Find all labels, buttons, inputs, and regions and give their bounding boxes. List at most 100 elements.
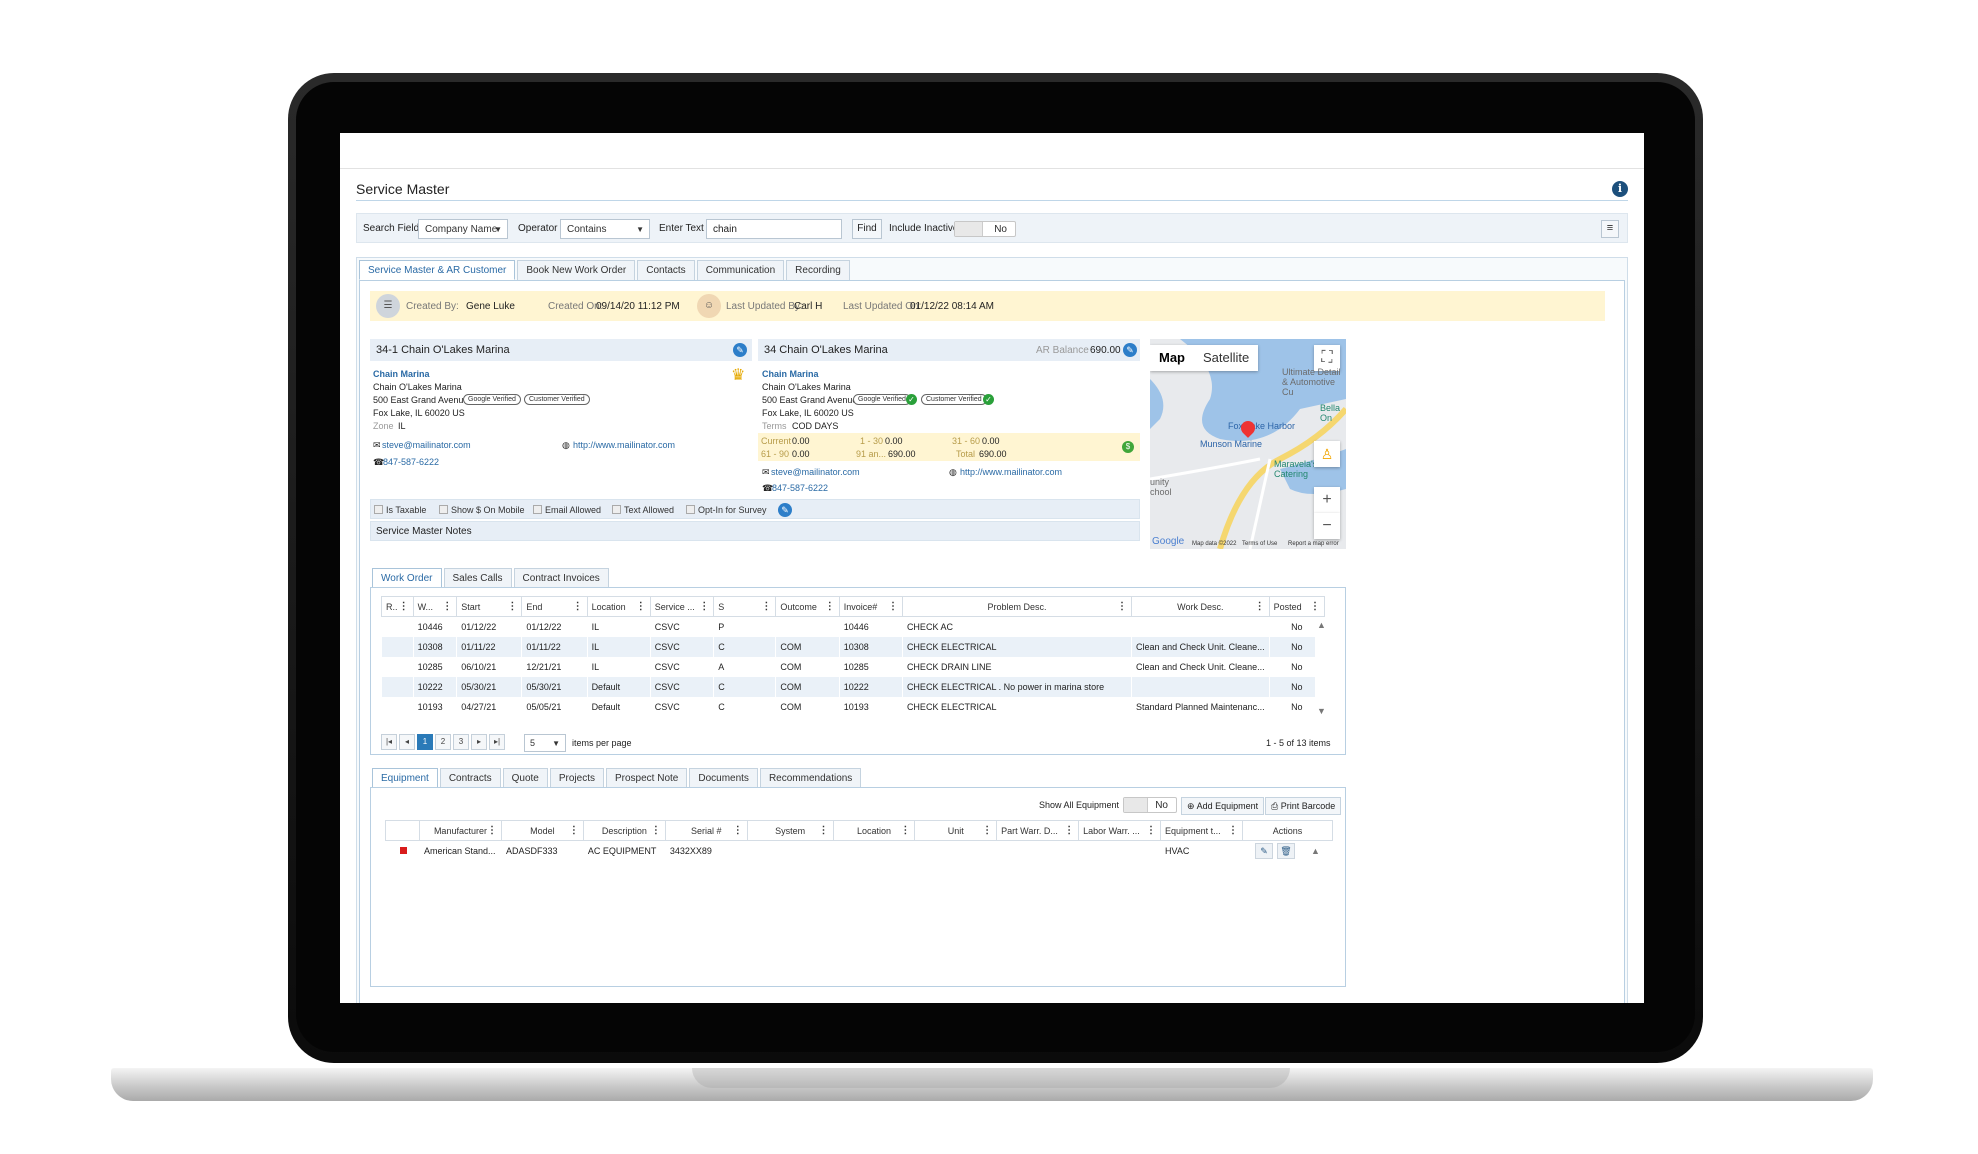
edit-icon[interactable]: ✎ xyxy=(778,503,792,517)
tab-equipment[interactable]: Equipment xyxy=(372,768,438,788)
tab-projects[interactable]: Projects xyxy=(549,768,604,788)
tab-documents[interactable]: Documents xyxy=(689,768,758,788)
include-inactive-toggle[interactable]: No xyxy=(954,221,1016,237)
globe-icon: ◍ xyxy=(949,467,957,477)
terms-link[interactable]: Terms of Use xyxy=(1242,541,1277,547)
menu-icon[interactable]: ≡ xyxy=(1601,220,1619,238)
show-all-equipment-toggle[interactable]: No xyxy=(1123,797,1177,813)
column-header[interactable]: W... ⋮ xyxy=(412,596,458,617)
map-data-credit: Map data ©2022 xyxy=(1192,541,1237,547)
column-header[interactable]: Actions xyxy=(1241,820,1334,841)
last-page-icon[interactable]: ▸| xyxy=(489,734,505,750)
prev-page-icon[interactable]: ◂ xyxy=(399,734,415,750)
table-row[interactable]: 10285 06/10/21 12/21/21 IL CSVC A COM 10285 CHEC… xyxy=(382,657,1325,677)
edit-icon[interactable]: ✎ xyxy=(1255,842,1274,859)
table-row[interactable]: 10446 01/12/22 01/12/22 IL CSVC P 10446 CHECK A… xyxy=(382,617,1325,637)
column-header[interactable]: Equipment t... ⋮ xyxy=(1160,820,1243,841)
phone-link[interactable]: 847-587-6222 xyxy=(772,483,828,493)
column-header[interactable]: System ⋮ xyxy=(746,820,834,841)
page-size-select[interactable]: 5 ▼ xyxy=(524,734,566,752)
street-view-icon[interactable]: ♙ xyxy=(1314,441,1340,467)
flag-show-mobile[interactable]: Show $ On Mobile xyxy=(439,505,525,515)
column-header[interactable]: Posted ⋮ xyxy=(1268,596,1326,617)
tab-recommendations[interactable]: Recommendations xyxy=(759,768,862,788)
email-link[interactable]: steve@mailinator.com xyxy=(382,440,471,450)
tab-service-master[interactable]: Service Master & AR Customer xyxy=(359,260,516,280)
zone-value: IL xyxy=(398,421,406,431)
column-header[interactable]: Serial # ⋮ xyxy=(664,820,748,841)
next-page-icon[interactable]: ▸ xyxy=(471,734,487,750)
column-header[interactable]: Work Desc. ⋮ xyxy=(1131,596,1270,617)
column-header[interactable]: Problem Desc. ⋮ xyxy=(901,596,1133,617)
find-button[interactable]: Find xyxy=(852,219,882,239)
flag-opt-in-survey[interactable]: Opt-In for Survey xyxy=(686,505,767,515)
column-header[interactable]: End ⋮ xyxy=(521,596,588,617)
edit-icon[interactable]: ✎ xyxy=(1123,343,1137,357)
tab-quote[interactable]: Quote xyxy=(502,768,548,788)
tab-work-order[interactable]: Work Order xyxy=(372,568,442,588)
email-link[interactable]: steve@mailinator.com xyxy=(771,467,860,477)
column-header[interactable]: Location ⋮ xyxy=(832,820,916,841)
tab-contracts[interactable]: Contracts xyxy=(439,768,501,788)
column-header[interactable]: Manufacturer ⋮ xyxy=(418,820,502,841)
tab-book-work-order[interactable]: Book New Work Order xyxy=(517,260,636,280)
tab-recording[interactable]: Recording xyxy=(786,260,850,280)
flag-email-allowed[interactable]: Email Allowed xyxy=(533,505,601,515)
column-header[interactable]: S ⋮ xyxy=(713,596,777,617)
zoom-in-icon[interactable]: + xyxy=(1314,487,1340,513)
table-row[interactable]: 10222 05/30/21 05/30/21 Default CSVC C COM 1022… xyxy=(381,676,1325,697)
flag-text-allowed[interactable]: Text Allowed xyxy=(612,505,674,515)
table-row[interactable]: American Stand... ADASDF333 AC EQUIPMENT… xyxy=(386,841,1333,861)
column-header[interactable]: Start ⋮ xyxy=(456,596,523,617)
zoom-out-icon[interactable]: − xyxy=(1314,513,1340,539)
operator-select[interactable]: Contains ▼ xyxy=(560,219,650,239)
page-2-button[interactable]: 2 xyxy=(435,734,451,750)
website-link[interactable]: http://www.mailinator.com xyxy=(573,440,675,450)
tab-communication[interactable]: Communication xyxy=(696,260,785,280)
column-header[interactable] xyxy=(385,820,420,841)
table-row[interactable]: 10193 04/27/21 05/05/21 Default CSVC C COM 1019… xyxy=(382,697,1325,717)
table-scrollbar[interactable]: ▲ ▼ xyxy=(1315,618,1329,718)
column-header[interactable]: R.. ⋮ xyxy=(381,596,414,617)
tab-contacts[interactable]: Contacts xyxy=(637,260,695,280)
column-header[interactable]: Part Warr. D... ⋮ xyxy=(996,820,1080,841)
edit-icon[interactable]: ✎ xyxy=(733,343,747,357)
info-icon[interactable]: i xyxy=(1612,181,1628,197)
pagination: |◂ ◂ 1 2 3 ▸ ▸| xyxy=(381,734,507,750)
tab-contract-invoices[interactable]: Contract Invoices xyxy=(513,568,609,588)
column-header[interactable]: Model ⋮ xyxy=(500,820,584,841)
service-master-notes[interactable]: Service Master Notes xyxy=(370,521,1140,541)
column-header[interactable]: Outcome ⋮ xyxy=(775,596,840,617)
search-field-select[interactable]: Company Name ▼ xyxy=(418,219,508,239)
tab-sales-calls[interactable]: Sales Calls xyxy=(443,568,512,588)
first-page-icon[interactable]: |◂ xyxy=(381,734,397,750)
dollar-icon[interactable]: $ xyxy=(1122,441,1134,453)
tab-prospect-note[interactable]: Prospect Note xyxy=(605,768,688,788)
trash-icon[interactable]: 🗑 xyxy=(1277,842,1296,859)
column-header[interactable]: Labor Warr. ... ⋮ xyxy=(1078,820,1162,841)
ar-balance-label: AR Balance xyxy=(1036,345,1089,356)
column-header[interactable]: Unit ⋮ xyxy=(914,820,998,841)
table-row[interactable]: 10308 01/11/22 01/11/22 IL CSVC C COM 10308 CHEC… xyxy=(381,636,1325,657)
service-master-header: 34-1 Chain O'Lakes Marina xyxy=(370,339,752,361)
column-header[interactable]: Location ⋮ xyxy=(586,596,651,617)
map-type-map[interactable]: Map xyxy=(1150,345,1194,371)
page-1-button[interactable]: 1 xyxy=(417,734,433,750)
add-equipment-button[interactable]: ⊕ Add Equipment xyxy=(1181,797,1265,815)
arrow-up-icon[interactable]: ▲ xyxy=(1311,846,1320,856)
location-map[interactable]: Map Satellite ⛶ Ultimate Detail & Automo… xyxy=(1150,339,1346,549)
website-link[interactable]: http://www.mailinator.com xyxy=(960,467,1062,477)
report-error-link[interactable]: Report a map error xyxy=(1288,541,1339,547)
table-cell: CHECK DRAIN LINE xyxy=(906,661,992,672)
phone-link[interactable]: 847-587-6222 xyxy=(383,457,439,467)
column-header[interactable]: Invoice# ⋮ xyxy=(838,596,903,617)
print-barcode-button[interactable]: ⎙ Print Barcode xyxy=(1265,797,1342,815)
flag-is-taxable[interactable]: Is Taxable xyxy=(374,505,426,515)
contact-name[interactable]: Chain Marina xyxy=(762,369,819,379)
search-input[interactable]: chain xyxy=(706,219,842,239)
page-3-button[interactable]: 3 xyxy=(453,734,469,750)
contact-name[interactable]: Chain Marina xyxy=(373,369,430,379)
map-type-satellite[interactable]: Satellite xyxy=(1194,345,1258,371)
column-header[interactable]: Service ... ⋮ xyxy=(649,596,715,617)
column-header[interactable]: Description ⋮ xyxy=(582,820,666,841)
